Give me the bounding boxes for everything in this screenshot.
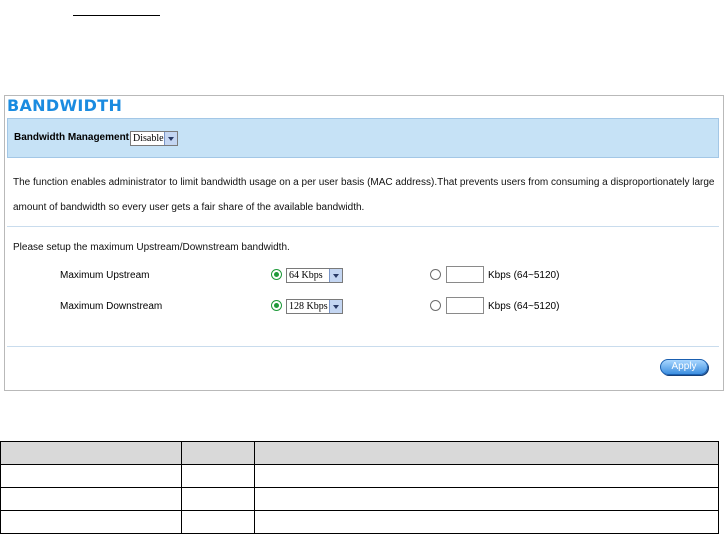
upstream-preset-select[interactable]: 64 Kbps [286,268,343,283]
table-row [0,487,719,511]
page-title: BANDWIDTH [7,96,123,115]
chevron-down-icon[interactable] [329,269,342,282]
upstream-custom-radio[interactable] [430,269,441,280]
divider [7,346,719,347]
downstream-custom-input[interactable] [446,297,484,314]
bandwidth-panel: BANDWIDTH Bandwidth Management: Disable … [4,95,724,391]
table-cell [254,487,719,511]
upstream-custom-input[interactable] [446,266,484,283]
upstream-preset-radio[interactable] [271,269,282,280]
management-select-value: Disable [133,133,164,144]
setup-prompt: Please setup the maximum Upstream/Downst… [13,242,290,253]
table-cell [181,487,255,511]
table-cell [0,487,182,511]
table-row [0,510,719,534]
chevron-down-icon[interactable] [164,132,177,145]
table-cell [254,464,719,488]
table-cell [181,510,255,534]
management-select[interactable]: Disable [130,131,178,146]
upstream-label: Maximum Upstream [60,270,150,281]
downstream-custom-radio[interactable] [430,300,441,311]
chevron-down-icon[interactable] [329,300,342,313]
table-cell [254,441,719,465]
blank-table [0,441,719,534]
apply-button[interactable]: Apply [660,359,708,375]
table-cell [254,510,719,534]
downstream-preset-value: 128 Kbps [289,301,328,312]
downstream-preset-select[interactable]: 128 Kbps [286,299,343,314]
downstream-label: Maximum Downstream [60,301,163,312]
table-cell [181,464,255,488]
upstream-custom-range: Kbps (64~5120) [488,270,560,281]
table-row [0,464,719,488]
downstream-preset-radio[interactable] [271,300,282,311]
table-header-row [0,441,719,465]
table-cell [0,510,182,534]
table-cell [0,464,182,488]
description-line-2: amount of bandwidth so every user gets a… [13,202,365,213]
management-bar: Bandwidth Management: Disable [7,118,719,158]
management-label: Bandwidth Management: [14,132,133,143]
upstream-preset-value: 64 Kbps [289,270,323,281]
table-cell [181,441,255,465]
downstream-custom-range: Kbps (64~5120) [488,301,560,312]
description-line-1: The function enables administrator to li… [13,177,715,188]
divider [7,226,719,227]
table-cell [0,441,182,465]
top-rule [73,15,160,16]
